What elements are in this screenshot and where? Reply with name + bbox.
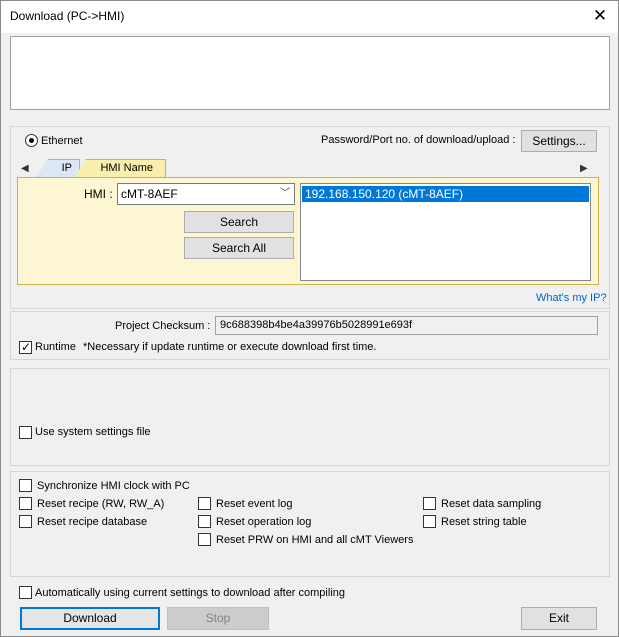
whats-my-ip-link[interactable]: What's my IP? [536, 292, 607, 304]
window-title: Download (PC->HMI) [10, 9, 125, 23]
sync-clock-checkbox[interactable] [19, 479, 32, 492]
chevron-left-icon[interactable]: ◀ [21, 163, 29, 174]
ethernet-label: Ethernet [41, 135, 83, 147]
exit-button[interactable]: Exit [521, 607, 597, 630]
reset-data-sampling-checkbox[interactable] [423, 497, 436, 510]
reset-operation-log-checkbox[interactable] [198, 515, 211, 528]
hmi-select-value: cMT-8AEF [121, 187, 178, 201]
password-port-label: Password/Port no. of download/upload : [321, 134, 516, 146]
reset-string-table-label: Reset string table [441, 516, 527, 528]
search-all-button[interactable]: Search All [184, 237, 294, 259]
reset-recipe-label: Reset recipe (RW, RW_A) [37, 498, 165, 510]
hmi-label: HMI : [84, 187, 113, 201]
reset-recipe-checkbox[interactable] [19, 497, 32, 510]
tab-hmi-name[interactable]: HMI Name [74, 159, 166, 178]
settings-button[interactable]: Settings... [521, 130, 597, 152]
reset-string-table-checkbox[interactable] [423, 515, 436, 528]
reset-recipe-database-label: Reset recipe database [37, 516, 148, 528]
reset-recipe-database-checkbox[interactable] [19, 515, 32, 528]
stop-button[interactable]: Stop [167, 607, 269, 630]
checkmark-icon: ✓ [21, 340, 32, 354]
list-item[interactable]: 192.168.150.120 (cMT-8AEF) [302, 186, 589, 202]
use-system-settings-label: Use system settings file [35, 426, 151, 438]
checksum-field: 9c688398b4be4a39976b5028991e693f [215, 316, 598, 335]
search-button[interactable]: Search [184, 211, 294, 233]
reset-event-log-label: Reset event log [216, 498, 293, 510]
reset-event-log-checkbox[interactable] [198, 497, 211, 510]
hmi-list[interactable]: 192.168.150.120 (cMT-8AEF) [300, 183, 591, 281]
auto-download-checkbox[interactable] [19, 586, 32, 599]
sync-clock-label: Synchronize HMI clock with PC [37, 480, 190, 492]
runtime-note: *Necessary if update runtime or execute … [83, 341, 377, 353]
chevron-down-icon[interactable]: ﹀ [280, 184, 290, 204]
runtime-checkbox[interactable]: ✓ [19, 340, 32, 354]
close-icon[interactable]: ✕ [593, 6, 607, 25]
runtime-label: Runtime [35, 341, 76, 353]
close-button[interactable]: ✕ [586, 4, 614, 28]
reset-data-sampling-label: Reset data sampling [441, 498, 542, 510]
system-settings-group [10, 368, 610, 466]
reset-prw-label: Reset PRW on HMI and all cMT Viewers [216, 534, 414, 546]
auto-download-label: Automatically using current settings to … [35, 587, 345, 599]
ethernet-radio[interactable] [25, 134, 38, 147]
message-area [10, 36, 610, 110]
hmi-select[interactable]: cMT-8AEF ﹀ [117, 183, 295, 205]
reset-operation-log-label: Reset operation log [216, 516, 312, 528]
download-button[interactable]: Download [20, 607, 160, 630]
radio-dot [29, 138, 34, 143]
use-system-settings-checkbox[interactable] [19, 426, 32, 439]
reset-prw-checkbox[interactable] [198, 533, 211, 546]
checksum-label: Project Checksum : [115, 320, 211, 332]
chevron-right-icon[interactable]: ▶ [580, 163, 588, 174]
